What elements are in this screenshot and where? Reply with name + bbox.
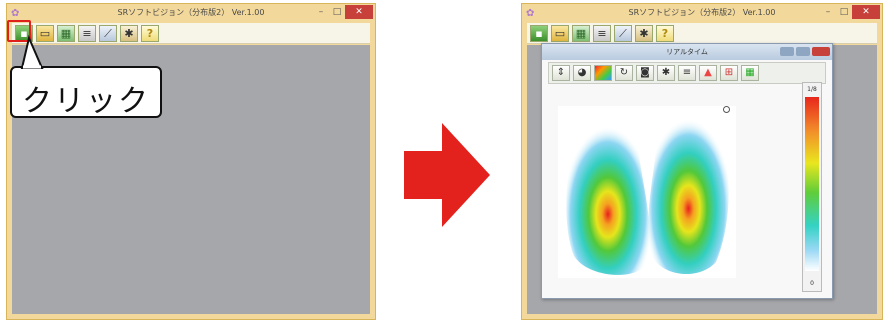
sub-close-button[interactable] [812,47,830,56]
scale-top-label: 1/8 [807,86,817,93]
left-app-window: ✿ SRソフトビジョン（分布版2） Ver.1.00 – □ ✕ ▪ ▭ ▦ ≡… [6,3,376,320]
maximize-button[interactable]: □ [329,5,345,19]
left-foot-shape [566,115,650,275]
plot-marker[interactable] [723,106,730,113]
close-button[interactable]: ✕ [852,5,880,19]
left-toolbar: ▪ ▭ ▦ ≡ ⟋ ✱ ? [12,23,370,44]
callout-text: クリック [22,84,150,119]
grid-icon[interactable]: ▦ [57,25,75,42]
right-title-bar[interactable]: ✿ SRソフトビジョン（分布版2） Ver.1.00 – □ ✕ [522,4,882,24]
puzzle-icon[interactable]: ✱ [657,65,675,81]
rainbow-icon[interactable] [594,65,612,81]
color-circle-icon[interactable]: ◕ [573,65,591,81]
realtime-toolbar: ⇕ ◕ ↻ ◙ ✱ ≡ ▲ ⊞ ▦ [548,62,826,84]
puzzle-icon[interactable]: ✱ [635,25,653,42]
realtime-window: リアルタイム ⇕ ◕ ↻ ◙ ✱ ≡ ▲ ⊞ ▦ 1/8 0 [541,43,833,299]
color-scale: 1/8 0 [802,82,822,292]
start-icon[interactable]: ▪ [530,25,548,42]
left-title-bar[interactable]: ✿ SRソフトビジョン（分布版2） Ver.1.00 – □ ✕ [7,4,375,24]
puzzle-icon[interactable]: ✱ [120,25,138,42]
right-toolbar: ▪ ▭ ▦ ≡ ⟋ ✱ ? [527,23,877,44]
tool-icon[interactable]: ⟋ [99,25,117,42]
callout-pointer [20,34,44,69]
maximize-button[interactable]: □ [836,5,852,19]
help-icon[interactable]: ? [141,25,159,42]
camera-icon[interactable]: ◙ [636,65,654,81]
folder-icon[interactable]: ▭ [551,25,569,42]
right-foot-shape [648,110,729,275]
click-callout: クリック [10,66,162,119]
tool-icon[interactable]: ⟋ [614,25,632,42]
scale-gradient-bar [805,97,819,271]
realtime-title-bar[interactable]: リアルタイム [542,44,832,60]
bars-icon[interactable]: ⊞ [720,65,738,81]
grid-icon[interactable]: ▦ [572,25,590,42]
pressure-heatmap [558,106,736,278]
grid-icon[interactable]: ▦ [741,65,759,81]
close-button[interactable]: ✕ [345,5,373,19]
rotate-icon[interactable]: ↻ [615,65,633,81]
help-icon[interactable]: ? [656,25,674,42]
sort-icon[interactable]: ⇕ [552,65,570,81]
heatmap-graphic [566,110,729,275]
list-icon[interactable]: ≡ [78,25,96,42]
minimize-button[interactable]: – [820,5,836,19]
sub-maximize-button[interactable] [796,47,810,56]
mountain-icon[interactable]: ▲ [699,65,717,81]
sub-minimize-button[interactable] [780,47,794,56]
list-icon[interactable]: ≡ [678,65,696,81]
arrow-right-icon [404,123,490,227]
minimize-button[interactable]: – [313,5,329,19]
scale-bottom-label: 0 [810,280,814,287]
list-icon[interactable]: ≡ [593,25,611,42]
